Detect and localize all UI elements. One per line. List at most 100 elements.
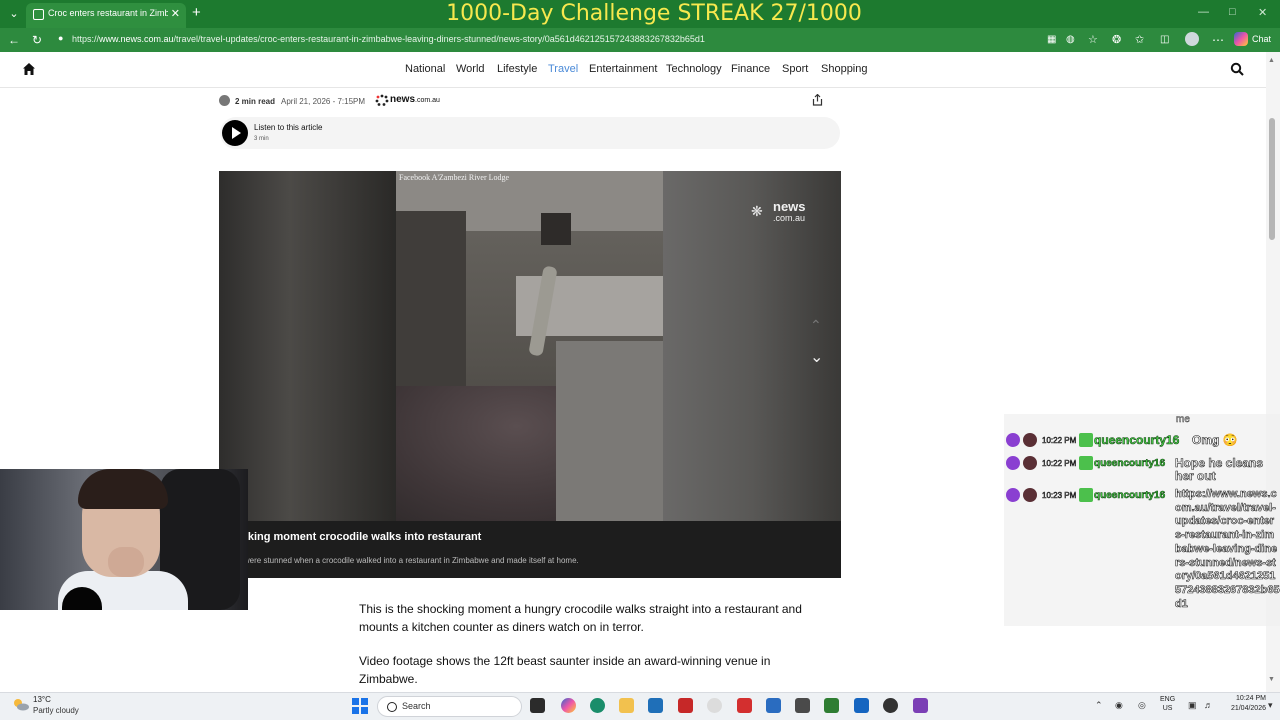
chat-time: 10:22 PM xyxy=(1042,459,1077,469)
home-icon[interactable] xyxy=(22,62,36,76)
monitor-app-icon[interactable] xyxy=(795,698,810,713)
windows-start-icon[interactable] xyxy=(352,698,368,714)
listen-duration: 3 min xyxy=(254,136,269,142)
copilot-icon[interactable] xyxy=(1234,32,1248,46)
display-icon[interactable]: ▣ xyxy=(1188,700,1197,711)
remote-desktop-icon[interactable] xyxy=(854,698,869,713)
task-view-icon[interactable] xyxy=(530,698,545,713)
address-bar[interactable]: ● https://www.news.com.au/travel/travel-… xyxy=(54,31,1054,49)
scroll-up-arrow-icon[interactable]: ▲ xyxy=(1268,57,1275,64)
window-close-icon[interactable]: ✕ xyxy=(1258,6,1267,19)
taskbar-date[interactable]: 21/04/2026 xyxy=(1222,705,1266,712)
scrollbar-thumb[interactable] xyxy=(1269,118,1275,240)
user-avatar xyxy=(1023,433,1037,447)
collections-icon[interactable]: ◫ xyxy=(1160,32,1169,48)
taskbar-search-box[interactable]: Search xyxy=(377,696,522,717)
check-badge-icon xyxy=(1079,433,1093,447)
logo-text: news.com.au xyxy=(390,94,440,105)
chat-link-text: https://www.news.com.au/travel/travel-up… xyxy=(1175,488,1280,610)
browser-toolbar: ← ↻ ● https://www.news.com.au/travel/tra… xyxy=(0,28,1280,52)
scroll-down-arrow-icon[interactable]: ▼ xyxy=(1268,676,1275,683)
file-explorer-icon[interactable] xyxy=(619,698,634,713)
weather-condition[interactable]: Partly cloudy xyxy=(33,706,79,715)
reader-view-icon[interactable]: ▦ xyxy=(1047,32,1056,48)
twitch-icon xyxy=(1006,488,1020,502)
nav-item-technology[interactable]: Technology xyxy=(666,63,722,75)
nav-item-shopping[interactable]: Shopping xyxy=(821,63,868,75)
profile-avatar[interactable] xyxy=(1185,32,1199,46)
address-url: https://www.news.com.au/travel/travel-up… xyxy=(72,34,705,44)
scene-wall xyxy=(396,211,466,411)
chevron-up-icon[interactable]: ⌃ xyxy=(810,317,822,334)
settings-gear-icon[interactable] xyxy=(707,698,722,713)
twitch-icon xyxy=(1006,456,1020,470)
tray-overflow-chevron-icon[interactable]: ⌃ xyxy=(1095,700,1103,711)
back-arrow-icon[interactable]: ← xyxy=(8,32,20,48)
listen-to-article-player[interactable]: Listen to this article 3 min xyxy=(220,117,840,149)
language-indicator[interactable]: ENG US xyxy=(1160,695,1175,713)
video-frame xyxy=(396,171,663,521)
watermark-main: news xyxy=(773,199,806,214)
microphone-icon[interactable]: ◎ xyxy=(1138,700,1146,711)
extension-icon[interactable]: ◍ xyxy=(1066,32,1075,48)
stream-chat-overlay: me 10:22 PM queencourty16 Omg 😳 10:22 PM… xyxy=(1004,414,1280,626)
logo-dots-icon xyxy=(375,94,389,106)
stream-app-icon[interactable] xyxy=(913,698,928,713)
twitch-icon xyxy=(1006,433,1020,447)
video-blur-right xyxy=(663,171,841,521)
more-menu-icon[interactable]: ⋯ xyxy=(1212,32,1224,48)
partly-cloudy-icon[interactable] xyxy=(12,697,30,711)
maximize-icon[interactable]: □ xyxy=(1229,6,1236,18)
chat-username: queencourty16 xyxy=(1094,490,1166,502)
chevron-down-icon[interactable]: ⌄ xyxy=(810,347,823,367)
spreadsheet-app-icon[interactable] xyxy=(824,698,839,713)
clock-icon xyxy=(219,95,230,106)
nav-item-entertainment[interactable]: Entertainment xyxy=(589,63,657,75)
favorite-star-icon[interactable]: ☆ xyxy=(1088,32,1098,48)
article-video-player[interactable]: Facebook A'Zambezi River Lodge ❋ news .c… xyxy=(219,171,841,578)
nav-item-world[interactable]: World xyxy=(456,63,485,75)
site-navigation: National World Lifestyle Travel Entertai… xyxy=(0,52,1266,88)
app-l-icon[interactable] xyxy=(737,698,752,713)
user-avatar xyxy=(1023,488,1037,502)
nav-item-finance[interactable]: Finance xyxy=(731,63,770,75)
copilot-chat-label[interactable]: Chat xyxy=(1252,34,1271,44)
mail-icon[interactable] xyxy=(766,698,781,713)
windows-taskbar: 13°C Partly cloudy Search ⌃ ◉ ◎ ENG US ▣… xyxy=(0,692,1280,720)
video-caption-title: ocking moment crocodile walks into resta… xyxy=(235,531,482,543)
obs-icon[interactable] xyxy=(883,698,898,713)
chat-text-line: her out xyxy=(1175,469,1216,484)
notification-bell-icon[interactable]: ▾ xyxy=(1268,700,1273,711)
volume-icon[interactable]: ♬ xyxy=(1204,700,1213,710)
scene-counter xyxy=(556,341,663,521)
weather-temperature[interactable]: 13°C xyxy=(33,695,51,704)
nav-item-national[interactable]: National xyxy=(405,63,445,75)
language-region: US xyxy=(1162,705,1173,712)
nav-item-sport[interactable]: Sport xyxy=(782,63,808,75)
nav-item-travel[interactable]: Travel xyxy=(548,63,578,75)
watermark-dots-icon: ❋ xyxy=(751,203,763,219)
favorites-icon[interactable]: ✩ xyxy=(1135,32,1144,48)
search-icon[interactable] xyxy=(1230,62,1244,76)
network-icon[interactable]: ◉ xyxy=(1115,700,1123,711)
security-shield-icon[interactable] xyxy=(678,698,693,713)
chat-text: Omg 😳 xyxy=(1192,433,1238,448)
search-icon xyxy=(387,702,397,712)
video-caption-text: rs were stunned when a crocodile walked … xyxy=(235,556,579,565)
nav-item-lifestyle[interactable]: Lifestyle xyxy=(497,63,537,75)
extensions-puzzle-icon[interactable]: ❂ xyxy=(1112,32,1121,48)
chat-cutoff-text: me xyxy=(1176,414,1190,426)
store-icon[interactable] xyxy=(648,698,663,713)
listen-label: Listen to this article xyxy=(254,123,323,132)
copilot-app-icon[interactable] xyxy=(561,698,576,713)
article-paragraph: This is the shocking moment a hungry cro… xyxy=(359,602,802,634)
news-com-au-logo[interactable]: news.com.au xyxy=(375,93,445,107)
taskbar-time[interactable]: 10:24 PM xyxy=(1222,695,1266,702)
refresh-icon[interactable]: ↻ xyxy=(32,32,42,48)
chat-time: 10:22 PM xyxy=(1042,436,1077,446)
edge-browser-icon[interactable] xyxy=(590,698,605,713)
play-icon[interactable] xyxy=(222,120,248,146)
share-icon[interactable] xyxy=(812,94,823,106)
minimize-icon[interactable]: — xyxy=(1198,6,1209,18)
chat-username: queencourty16 xyxy=(1094,458,1166,470)
